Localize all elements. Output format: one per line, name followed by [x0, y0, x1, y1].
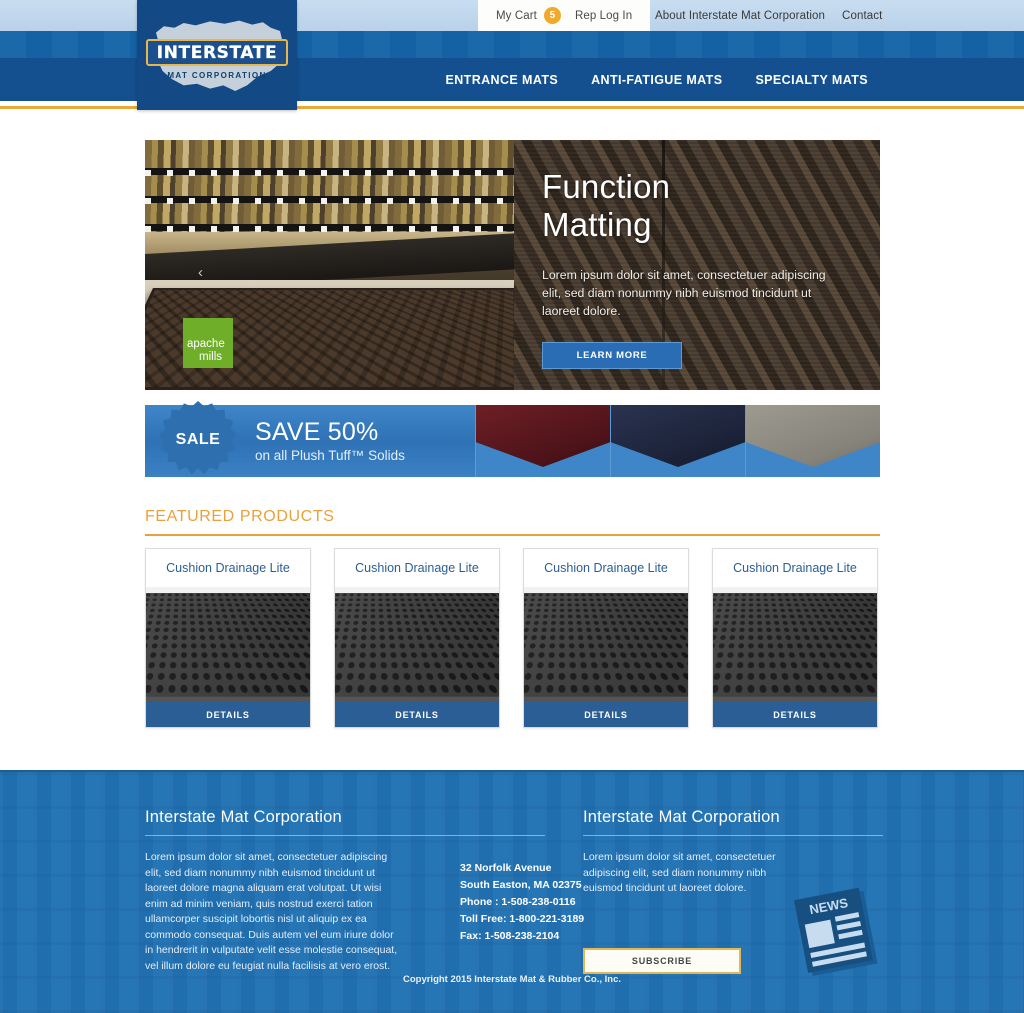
product-card[interactable]: Cushion Drainage Lite DETAILS — [712, 548, 878, 728]
swatch-surface — [476, 405, 610, 467]
footer-company-heading: Interstate Mat Corporation — [145, 808, 342, 826]
featured-products-header: FEATURED PRODUCTS — [145, 508, 880, 536]
footer-address-block: 32 Norfolk Avenue South Easton, MA 02375… — [460, 860, 584, 945]
utility-nav: My Cart 5 Rep Log In — [478, 0, 650, 31]
about-link[interactable]: About Interstate Mat Corporation — [655, 10, 825, 22]
logo-word-text: INTERSTATE — [156, 42, 278, 63]
product-image — [335, 587, 499, 702]
carousel-prev-icon[interactable]: ‹ — [198, 264, 203, 281]
logo-subtitle: MAT CORPORATION — [167, 71, 267, 80]
swatch-surface — [611, 405, 745, 467]
nav-item-anti-fatigue-mats[interactable]: ANTI-FATIGUE MATS — [591, 73, 722, 87]
sale-text: SAVE 50% on all Plush Tuff™ Solids — [255, 418, 405, 465]
page-root: My Cart 5 Rep Log In About Interstate Ma… — [0, 0, 1024, 1013]
my-cart-label: My Cart — [496, 9, 537, 22]
nav-item-entrance-mats[interactable]: ENTRANCE MATS — [446, 73, 559, 87]
footer-copyright: Copyright 2015 Interstate Mat & Rubber C… — [402, 974, 621, 985]
site-footer: Interstate Mat Corporation Lorem ipsum d… — [0, 770, 1024, 1013]
hero-description: Lorem ipsum dolor sit amet, consectetuer… — [542, 268, 826, 318]
drainage-mat-photo — [335, 593, 499, 702]
learn-more-button[interactable]: LEARN MORE — [542, 342, 682, 369]
rep-login-link[interactable]: Rep Log In — [575, 10, 632, 22]
featured-products-rule — [145, 534, 880, 536]
hero-content: Function Matting Lorem ipsum dolor sit a… — [542, 168, 862, 369]
hero-title-line1: Function — [542, 168, 671, 205]
address-fax: Fax: 1-508-238-2104 — [460, 930, 560, 942]
sale-badge-label: SALE — [175, 431, 221, 448]
featured-products-grid: Cushion Drainage Lite DETAILS Cushion Dr… — [145, 548, 880, 730]
product-name: Cushion Drainage Lite — [713, 549, 877, 587]
sale-headline: SAVE 50% — [255, 417, 379, 446]
hero-title-line2: Matting — [542, 206, 652, 243]
product-name: Cushion Drainage Lite — [146, 549, 310, 587]
nav-item-specialty-mats[interactable]: SPECIALTY MATS — [755, 73, 868, 87]
product-name: Cushion Drainage Lite — [524, 549, 688, 587]
swatch-surface — [746, 405, 880, 467]
product-card[interactable]: Cushion Drainage Lite DETAILS — [334, 548, 500, 728]
footer-heading-rule — [145, 835, 545, 836]
footer-newsletter-column: Interstate Mat Corporation Lorem ipsum d… — [583, 808, 883, 976]
grocery-shelves — [145, 140, 514, 232]
product-image — [524, 587, 688, 702]
hero-carousel: ‹ apache mills Function Matting Lorem ip… — [145, 140, 880, 390]
sale-swatch-strip — [475, 405, 880, 477]
drainage-mat-photo — [524, 593, 688, 702]
site-header: My Cart 5 Rep Log In About Interstate Ma… — [0, 0, 1024, 112]
apache-logo-line1: apache — [187, 338, 225, 350]
address-city: South Easton, MA 02375 — [460, 879, 582, 891]
drainage-mat-photo — [713, 593, 877, 702]
hero-text-panel: Function Matting Lorem ipsum dolor sit a… — [514, 140, 880, 390]
shelf-price-tags — [145, 198, 514, 204]
footer-top-rule — [0, 770, 1024, 772]
hero-photo: ‹ apache mills — [145, 140, 514, 390]
footer-heading-rule — [583, 835, 883, 836]
maroon-mat-swatch — [475, 405, 610, 477]
address-phone: Phone : 1-508-238-0116 — [460, 896, 576, 908]
gray-mat-swatch — [745, 405, 880, 477]
my-cart-link[interactable]: My Cart 5 — [496, 7, 561, 24]
sale-subline: on all Plush Tuff™ Solids — [255, 447, 405, 463]
cart-count-badge: 5 — [543, 7, 561, 24]
hero-title: Function Matting — [542, 168, 862, 244]
product-details-button[interactable]: DETAILS — [713, 702, 877, 727]
apache-logo-line2: mills — [199, 351, 222, 363]
product-image — [713, 587, 877, 702]
utility-nav-right: About Interstate Mat Corporation Contact — [655, 0, 882, 31]
logo-wordmark: INTERSTATE — [146, 39, 288, 66]
product-details-button[interactable]: DETAILS — [524, 702, 688, 727]
drainage-mat-photo — [146, 593, 310, 702]
address-street: 32 Norfolk Avenue — [460, 862, 552, 874]
product-image — [146, 587, 310, 702]
address-toll-free: Toll Free: 1-800-221-3189 — [460, 913, 585, 925]
product-details-button[interactable]: DETAILS — [335, 702, 499, 727]
featured-products-title: FEATURED PRODUCTS — [145, 508, 335, 525]
logo-inner: INTERSTATE MAT CORPORATION — [146, 15, 288, 95]
product-card[interactable]: Cushion Drainage Lite DETAILS — [523, 548, 689, 728]
newspaper-icon: NEWS — [793, 887, 878, 976]
product-card[interactable]: Cushion Drainage Lite DETAILS — [145, 548, 311, 728]
site-logo[interactable]: INTERSTATE MAT CORPORATION — [137, 0, 297, 110]
sale-starburst-badge: SALE — [159, 401, 237, 475]
product-name: Cushion Drainage Lite — [335, 549, 499, 587]
sale-banner[interactable]: SALE SAVE 50% on all Plush Tuff™ Solids — [145, 401, 880, 477]
footer-company-body: Lorem ipsum dolor sit amet, consectetuer… — [145, 851, 398, 972]
footer-newsletter-heading: Interstate Mat Corporation — [583, 808, 780, 826]
contact-link[interactable]: Contact — [842, 10, 882, 22]
apache-mills-logo: apache mills — [183, 318, 233, 368]
sale-banner-text-area: SALE SAVE 50% on all Plush Tuff™ Solids — [145, 401, 475, 477]
footer-newsletter-body: Lorem ipsum dolor sit amet, consectetuer… — [583, 851, 776, 894]
shelf-price-tags — [145, 170, 514, 176]
navy-mat-swatch — [610, 405, 745, 477]
subscribe-button[interactable]: SUBSCRIBE — [583, 948, 741, 974]
product-details-button[interactable]: DETAILS — [146, 702, 310, 727]
